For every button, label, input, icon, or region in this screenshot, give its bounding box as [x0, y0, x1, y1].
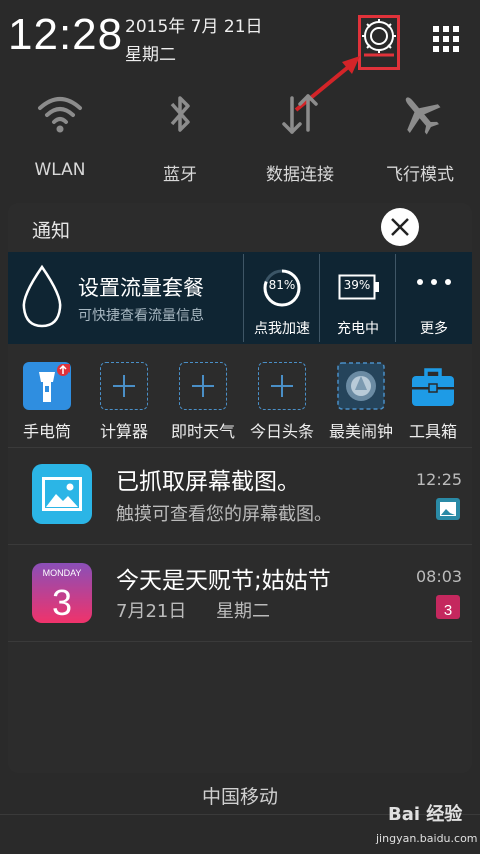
app-toolbox[interactable]: 工具箱 — [398, 362, 468, 442]
set-data-plan[interactable] — [20, 264, 64, 334]
notification-time: 08:03 — [416, 567, 463, 586]
charge-label: 充电中 — [337, 321, 379, 337]
toggle-label: 数据连接 — [266, 165, 334, 185]
date-text[interactable]: 2015年 7月 21日 — [125, 12, 263, 37]
notification-time: 12:25 — [416, 470, 463, 489]
data-plan-subtitle: 可快捷查看流量信息 — [78, 308, 204, 324]
app-label: 手电筒 — [22, 422, 71, 441]
app-label: 即时天气 — [170, 422, 235, 441]
app-label: 工具箱 — [408, 422, 457, 441]
app-grid-button[interactable] — [433, 26, 459, 52]
notification-subtitle: 触摸可查看您的屏幕截图。 — [116, 504, 332, 525]
boost-label: 点我加速 — [254, 321, 310, 337]
airplane-icon — [405, 97, 441, 135]
screenshot-small-icon — [436, 498, 460, 520]
calendar-small-icon: 3 — [436, 595, 460, 619]
screenshot-icon — [32, 464, 92, 524]
svg-text:3: 3 — [444, 602, 452, 619]
data-arrows-icon — [282, 94, 318, 134]
alarm-icon — [337, 362, 385, 410]
app-calculator[interactable]: 计算器 — [89, 362, 159, 442]
panel-title: 通知 — [32, 220, 71, 242]
divider — [8, 641, 472, 642]
more-label: 更多 — [420, 321, 448, 337]
app-toutiao[interactable]: 今日头条 — [247, 362, 317, 442]
watermark-logo: Bai 经验 — [388, 804, 463, 825]
app-alarm[interactable]: 最美闹钟 — [326, 362, 396, 442]
app-flashlight[interactable]: 手电筒 — [12, 362, 82, 442]
water-drop-icon — [22, 264, 62, 328]
bluetooth-icon — [170, 96, 190, 132]
calendar-icon: MONDAY 3 — [32, 563, 92, 623]
charge-percent: 39% — [343, 278, 371, 292]
boost-percent: 81% — [268, 278, 296, 292]
notification-date: 7月21日 — [116, 601, 187, 622]
close-button[interactable] — [381, 208, 419, 246]
watermark-url: jingyan.baidu.com — [376, 832, 478, 845]
boost-button[interactable]: 81% 点我加速 — [244, 256, 320, 344]
toggle-label: 蓝牙 — [163, 165, 197, 185]
toggle-label: 飞行模式 — [386, 165, 454, 185]
app-label: 最美闹钟 — [328, 422, 393, 441]
calendar-icon-month: MONDAY — [43, 568, 82, 578]
notification-screenshot[interactable]: 已抓取屏幕截图。 触摸可查看您的屏幕截图。 12:25 — [8, 448, 472, 544]
notification-title: 已抓取屏幕截图。 — [116, 469, 300, 495]
grid-icon — [433, 26, 459, 52]
calendar-icon-day: 3 — [52, 582, 72, 623]
add-placeholder-icon — [100, 362, 148, 410]
app-label: 计算器 — [99, 422, 148, 441]
clock-time: 12:28 — [8, 10, 124, 59]
app-weather[interactable]: 即时天气 — [168, 362, 238, 442]
add-placeholder-icon — [179, 362, 227, 410]
toolbox-icon — [409, 362, 457, 410]
flashlight-icon — [23, 362, 71, 410]
more-button[interactable]: 更多 — [396, 256, 472, 344]
toggle-wlan[interactable]: WLAN — [0, 90, 120, 180]
more-dots-icon — [417, 279, 451, 285]
toggle-label: WLAN — [34, 160, 86, 180]
toggle-data-connection[interactable]: 数据连接 — [240, 90, 360, 185]
notification-weekday: 星期二 — [216, 601, 270, 622]
notification-calendar[interactable]: MONDAY 3 今天是天贶节;姑姑节 7月21日 星期二 08:03 3 — [8, 545, 472, 641]
weekday-text: 星期二 — [125, 45, 176, 65]
wifi-icon — [38, 97, 82, 133]
notification-title: 今天是天贶节;姑姑节 — [116, 568, 331, 594]
toggle-airplane[interactable]: 飞行模式 — [360, 90, 480, 185]
close-icon — [391, 218, 409, 236]
add-placeholder-icon — [258, 362, 306, 410]
app-label: 今日头条 — [249, 422, 314, 441]
data-plan-title[interactable]: 设置流量套餐 — [78, 272, 204, 302]
toggle-bluetooth[interactable]: 蓝牙 — [120, 90, 240, 185]
charging-status[interactable]: 39% 充电中 — [320, 256, 396, 344]
